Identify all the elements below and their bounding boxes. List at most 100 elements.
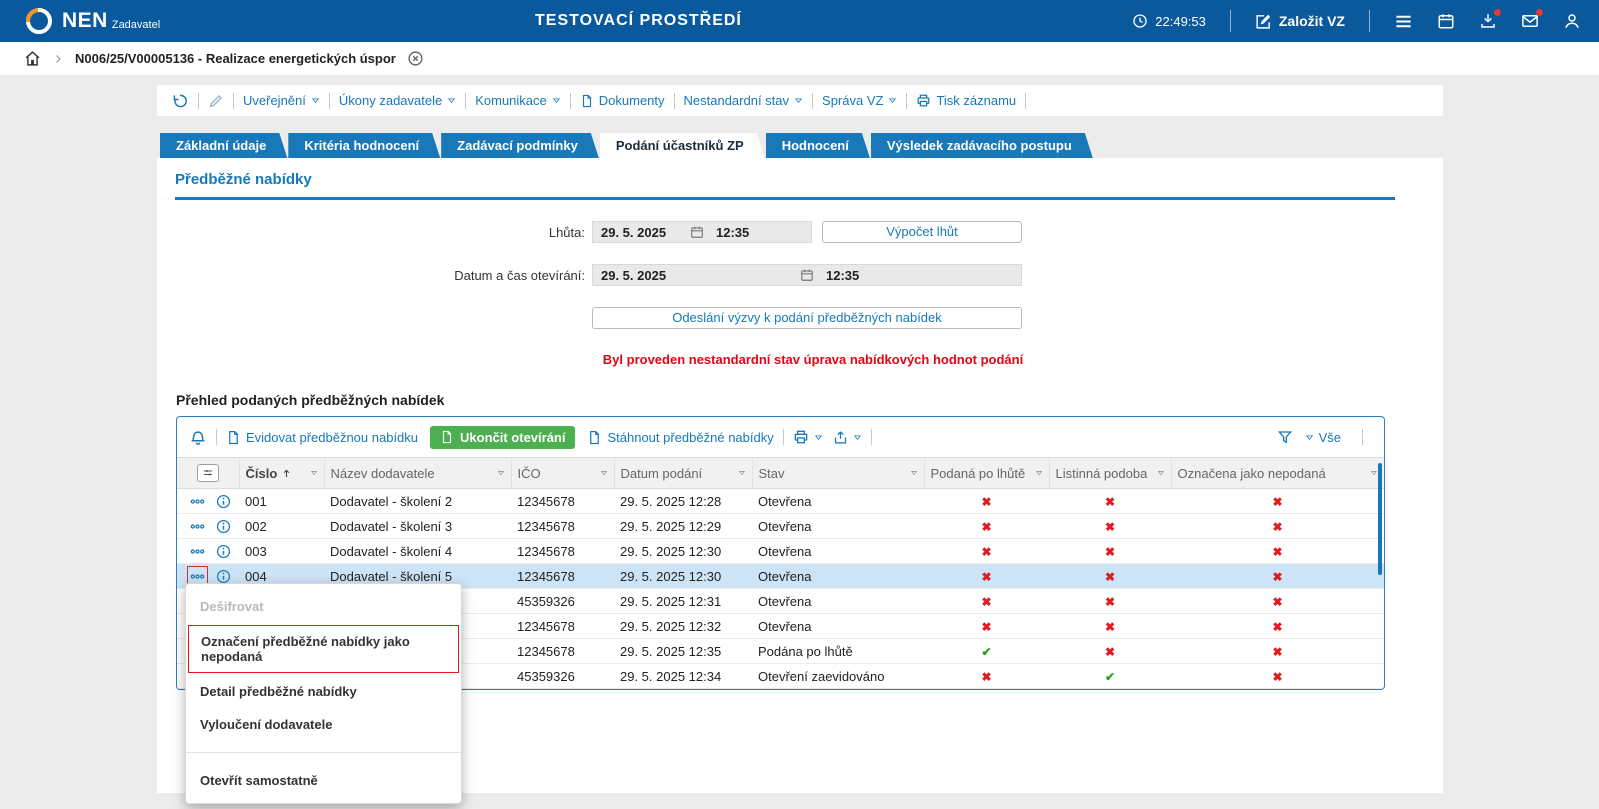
export-grid-button[interactable] (833, 430, 862, 445)
col-nazev-dodavatele[interactable]: Název dodavatele (324, 458, 511, 489)
edit-square-icon (1255, 13, 1272, 30)
sort-asc-icon[interactable] (281, 468, 292, 479)
calendar-icon[interactable] (1437, 12, 1455, 30)
row-info-icon[interactable] (216, 494, 231, 509)
toolbar-divider (233, 93, 234, 109)
column-filter-icon[interactable] (1370, 469, 1378, 477)
menu-icon[interactable] (1394, 12, 1413, 31)
cross-icon: ✖ (1105, 495, 1115, 509)
edit-record-icon[interactable] (208, 93, 224, 109)
deadline-date-value[interactable]: 29. 5. 2025 (593, 225, 690, 240)
document-icon (580, 94, 594, 108)
calendar-icon[interactable] (690, 225, 704, 239)
tab-kriteria-hodnoceni[interactable]: Kritéria hodnocení (288, 133, 440, 158)
toolbar-item-tisk-zaznamu[interactable]: Tisk záznamu (916, 93, 1016, 108)
tab-zadavaci-podminky[interactable]: Zadávací podmínky (441, 133, 599, 158)
create-vz-button[interactable]: Založit VZ (1255, 13, 1345, 30)
cell-not-submitted: ✖ (1171, 564, 1384, 589)
cell-ico: 45359326 (511, 589, 614, 614)
cross-icon: ✖ (981, 545, 991, 559)
row-menu-icon[interactable] (187, 516, 208, 537)
toolbar-item-uverejneni[interactable]: Uveřejnění (243, 93, 320, 108)
context-menu-item[interactable]: Detail předběžné nabídky (186, 675, 461, 708)
user-icon[interactable] (1563, 12, 1581, 30)
view-all-dropdown[interactable]: Vše (1305, 430, 1341, 445)
row-info-icon[interactable] (216, 569, 231, 584)
col-oznacena-jako-nepodana[interactable]: Označena jako nepodaná (1171, 458, 1384, 489)
col-stav[interactable]: Stav (752, 458, 924, 489)
table-scrollbar[interactable] (1378, 463, 1382, 575)
cell-ico: 45359326 (511, 664, 614, 689)
cell-status: Otevřena (752, 614, 924, 639)
col-datum-podani[interactable]: Datum podání (614, 458, 752, 489)
cell-status: Otevřena (752, 489, 924, 514)
cell-submitted: 29. 5. 2025 12:35 (614, 639, 752, 664)
register-offer-button[interactable]: Evidovat předběžnou nabídku (226, 430, 418, 445)
send-invitation-button[interactable]: Odeslání výzvy k podání předběžných nabí… (592, 307, 1022, 329)
row-info-icon[interactable] (216, 519, 231, 534)
grid-title: Přehled podaných předběžných nabídek (176, 392, 1443, 408)
row-menu-icon[interactable] (187, 541, 208, 562)
document-icon (440, 430, 454, 444)
home-icon[interactable] (24, 50, 41, 67)
table-row[interactable]: 001Dodavatel - školení 21234567829. 5. 2… (177, 489, 1384, 514)
column-filter-icon[interactable] (1035, 469, 1043, 477)
context-menu-item[interactable]: Vyloučení dodavatele (186, 708, 461, 741)
compute-deadlines-button[interactable]: Výpočet lhůt (822, 221, 1022, 243)
opening-time-value[interactable]: 12:35 (814, 268, 859, 283)
toolbar-item-sprava-vz[interactable]: Správa VZ (822, 93, 897, 108)
toolbar-item-dokumenty[interactable]: Dokumenty (580, 93, 665, 108)
toolbar-item-nestandardni-stav[interactable]: Nestandardní stav (684, 93, 804, 108)
table-row[interactable]: 002Dodavatel - školení 31234567829. 5. 2… (177, 514, 1384, 539)
calendar-icon[interactable] (800, 268, 814, 282)
tab-zakladni-udaje[interactable]: Základní údaje (160, 133, 287, 158)
tab-podani-ucastniku-zp[interactable]: Podání účastníků ZP (600, 133, 765, 158)
column-filter-icon[interactable] (600, 469, 608, 477)
downloads-button[interactable] (1479, 12, 1497, 30)
tab-hodnoceni[interactable]: Hodnocení (766, 133, 870, 158)
row-menu-icon[interactable] (187, 491, 208, 512)
toolbar-item-ukony-zadavatele[interactable]: Úkony zadavatele (339, 93, 456, 108)
opening-date-value[interactable]: 29. 5. 2025 (593, 268, 800, 283)
tab-vysledek-zadavaciho-postupu[interactable]: Výsledek zadávacího postupu (871, 133, 1093, 158)
download-offers-button[interactable]: Stáhnout předběžné nabídky (587, 430, 773, 445)
end-opening-button[interactable]: Ukončit otevírání (430, 426, 575, 449)
messages-button[interactable] (1521, 12, 1539, 30)
filter-icon[interactable] (1277, 429, 1293, 445)
cell-ico: 12345678 (511, 514, 614, 539)
cell-paper: ✖ (1049, 539, 1171, 564)
brand[interactable]: NEN Zadavatel (62, 10, 160, 32)
column-filter-icon[interactable] (1157, 469, 1165, 477)
opening-field[interactable]: 29. 5. 2025 12:35 (592, 264, 1022, 286)
context-menu-item[interactable]: Označení předběžné nabídky jako nepodaná (188, 625, 459, 673)
col-cislo[interactable]: Číslo (239, 458, 324, 489)
toolbar-item-label: Komunikace (475, 93, 547, 108)
col-label: Podaná po lhůtě (931, 466, 1026, 481)
nen-logo-icon[interactable] (26, 8, 52, 34)
context-menu-item[interactable]: Otevřít samostatně (186, 764, 461, 797)
col-podana-po-lhute[interactable]: Podaná po lhůtě (924, 458, 1049, 489)
toolbar-item-komunikace[interactable]: Komunikace (475, 93, 561, 108)
col-listinna-podoba[interactable]: Listinná podoba (1049, 458, 1171, 489)
column-filter-icon[interactable] (310, 469, 318, 477)
cross-icon: ✖ (981, 520, 991, 534)
column-filter-icon[interactable] (910, 469, 918, 477)
cell-submitted: 29. 5. 2025 12:30 (614, 564, 752, 589)
row-info-icon[interactable] (216, 544, 231, 559)
deadline-field[interactable]: 29. 5. 2025 12:35 (592, 221, 812, 243)
close-record-icon[interactable] (407, 50, 424, 67)
deadline-time-value[interactable]: 12:35 (704, 225, 749, 240)
cross-icon: ✖ (1272, 620, 1282, 634)
grid-settings-icon[interactable] (197, 464, 219, 482)
col-ico[interactable]: IČO (511, 458, 614, 489)
nonstandard-state-warning: Byl proveden nestandardní stav úprava na… (598, 352, 1028, 367)
print-grid-button[interactable] (793, 429, 823, 445)
column-filter-icon[interactable] (738, 469, 746, 477)
register-offer-label: Evidovat předběžnou nabídku (246, 430, 418, 445)
cell-late: ✖ (924, 514, 1049, 539)
bell-icon[interactable] (189, 428, 207, 446)
history-icon[interactable] (171, 92, 189, 110)
column-filter-icon[interactable] (497, 469, 505, 477)
breadcrumb-item[interactable]: N006/25/V00005136 - Realizace energetick… (75, 51, 396, 66)
table-row[interactable]: 003Dodavatel - školení 41234567829. 5. 2… (177, 539, 1384, 564)
